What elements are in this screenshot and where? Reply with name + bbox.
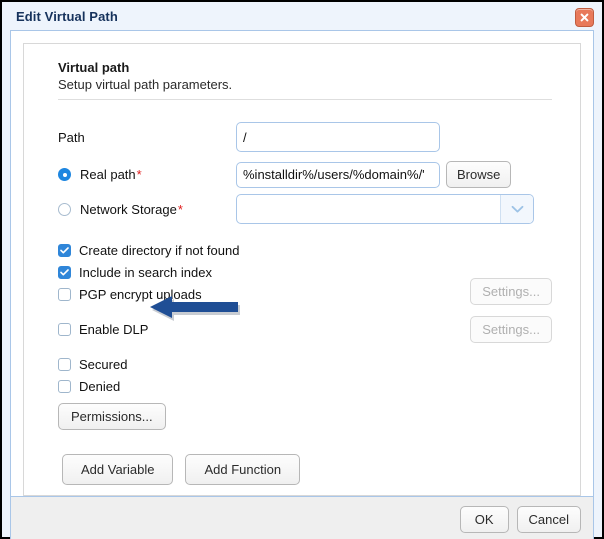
create-directory-checkbox[interactable] [58, 244, 71, 257]
pgp-encrypt-checkbox[interactable] [58, 288, 71, 301]
network-storage-select-box [236, 194, 534, 224]
dialog-titlebar: Edit Virtual Path [2, 2, 602, 30]
close-icon[interactable] [575, 8, 594, 27]
settings-buttons-group: Settings... Settings... [470, 278, 552, 343]
include-search-index-checkbox[interactable] [58, 266, 71, 279]
form-panel: Virtual path Setup virtual path paramete… [23, 43, 581, 496]
secured-checkbox[interactable] [58, 358, 71, 371]
browse-button[interactable]: Browse [446, 161, 512, 188]
network-storage-radio[interactable] [58, 202, 71, 216]
checkbox-row-secured: Secured [58, 354, 558, 375]
checkbox-row-create-directory: Create directory if not found [58, 240, 558, 261]
add-variable-button[interactable]: Add Variable [62, 454, 174, 485]
chevron-down-icon[interactable] [500, 195, 533, 223]
dlp-settings-button[interactable]: Settings... [470, 316, 552, 343]
permissions-wrap: Permissions... [58, 403, 558, 430]
real-path-radio[interactable] [58, 168, 71, 181]
radio-dot [62, 172, 67, 177]
section-title: Virtual path [58, 60, 130, 75]
create-directory-label: Create directory if not found [79, 243, 240, 258]
network-storage-row: Network Storage * [58, 194, 558, 224]
enable-dlp-checkbox[interactable] [58, 323, 71, 336]
edit-virtual-path-dialog: Edit Virtual Path Virtual path Setup vir… [0, 0, 604, 539]
permissions-button[interactable]: Permissions... [58, 403, 166, 430]
denied-label: Denied [79, 379, 121, 394]
options-group: Create directory if not found Include in… [58, 240, 558, 430]
path-input[interactable] [236, 122, 440, 152]
pgp-encrypt-label: PGP encrypt uploads [79, 287, 202, 302]
add-function-button[interactable]: Add Function [185, 454, 301, 485]
secured-label: Secured [79, 357, 128, 372]
dialog-body: Virtual path Setup virtual path paramete… [10, 30, 594, 496]
path-label: Path [58, 129, 85, 145]
screenshot-root: Edit Virtual Path Virtual path Setup vir… [0, 0, 604, 539]
network-storage-select[interactable] [236, 194, 534, 224]
real-path-row: Real path * Browse [58, 161, 558, 188]
checkbox-row-denied: Denied [58, 376, 558, 397]
real-path-label: Real path [80, 167, 136, 182]
pgp-settings-button[interactable]: Settings... [470, 278, 552, 305]
network-storage-required-marker: * [177, 201, 183, 217]
denied-checkbox[interactable] [58, 380, 71, 393]
cancel-button[interactable]: Cancel [516, 505, 581, 533]
ok-button[interactable]: OK [459, 505, 509, 533]
enable-dlp-label: Enable DLP [79, 322, 149, 337]
section-subtitle: Setup virtual path parameters. [58, 77, 233, 92]
network-storage-label: Network Storage [80, 201, 177, 217]
real-path-input[interactable] [236, 161, 440, 188]
include-search-index-label: Include in search index [79, 265, 212, 280]
dialog-title: Edit Virtual Path [16, 8, 118, 24]
network-storage-label-group: Network Storage * [58, 202, 236, 217]
dialog-footer: OK Cancel [10, 496, 594, 539]
real-path-required-marker: * [136, 167, 142, 182]
add-buttons-group: Add Variable Add Function [62, 454, 558, 485]
real-path-label-group: Real path * [58, 167, 236, 182]
path-row: Path [58, 122, 558, 152]
section-header: Virtual path Setup virtual path paramete… [58, 60, 552, 100]
